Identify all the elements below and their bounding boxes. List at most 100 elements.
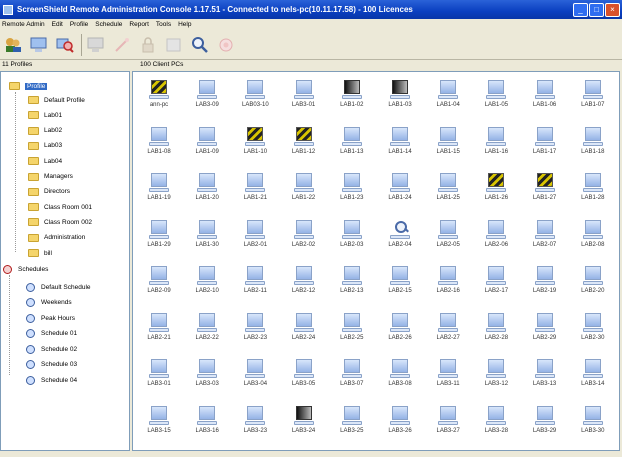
client-pc-item[interactable]: LAB3-23 — [231, 405, 279, 446]
client-pc-item[interactable]: LAB2-03 — [328, 219, 376, 260]
client-pc-item[interactable]: LAB3-24 — [280, 405, 328, 446]
client-pc-item[interactable]: LAB3-29 — [521, 405, 569, 446]
tree-item-schedule[interactable]: Schedule 01 — [26, 328, 77, 340]
client-pc-item[interactable]: LAB1-21 — [231, 173, 279, 213]
client-pc-item[interactable]: LAB3-01 — [135, 359, 183, 399]
client-pc-item[interactable]: LAB2-15 — [376, 266, 424, 306]
client-pc-item[interactable]: LAB1-06 — [521, 80, 569, 120]
tree-root-schedules[interactable]: Schedules — [3, 263, 48, 275]
client-pc-item[interactable]: LAB1-29 — [135, 219, 183, 260]
client-pc-item[interactable]: LAB3-14 — [569, 359, 617, 399]
search-computer-icon[interactable] — [55, 35, 75, 55]
client-pc-item[interactable]: LAB1-09 — [183, 126, 231, 167]
client-pc-item[interactable]: LAB03-10 — [231, 80, 279, 120]
maximize-button[interactable]: □ — [589, 2, 604, 17]
menu-help[interactable]: Help — [178, 21, 191, 28]
tree-item-profile[interactable]: Managers — [28, 171, 73, 183]
client-pc-item[interactable]: LAB2-17 — [472, 266, 520, 306]
client-pc-item[interactable]: LAB2-24 — [280, 312, 328, 353]
client-pc-item[interactable]: LAB1-13 — [328, 126, 376, 167]
client-pc-item[interactable]: LAB1-04 — [424, 80, 472, 120]
client-pc-item[interactable]: LAB3-04 — [231, 359, 279, 399]
client-pc-item[interactable]: LAB3-05 — [280, 359, 328, 399]
client-pc-item[interactable]: LAB1-07 — [569, 80, 617, 120]
client-pc-item[interactable]: LAB2-09 — [135, 266, 183, 306]
client-pc-item[interactable]: LAB2-16 — [424, 266, 472, 306]
client-pc-item[interactable]: ann-pc — [135, 80, 183, 120]
client-pc-item[interactable]: LAB1-19 — [135, 173, 183, 213]
menu-remote-admin[interactable]: Remote Admin — [2, 21, 45, 28]
tree-root-profiles[interactable]: Profile — [9, 80, 48, 92]
client-pc-item[interactable]: LAB2-07 — [521, 219, 569, 260]
tree-item-schedule[interactable]: Peak Hours — [26, 312, 75, 324]
client-pc-item[interactable]: LAB2-11 — [231, 266, 279, 306]
minimize-button[interactable]: _ — [573, 2, 588, 17]
client-pc-item[interactable]: LAB3-16 — [183, 405, 231, 446]
client-pc-item[interactable]: LAB2-04 — [376, 220, 424, 260]
client-pc-item[interactable]: LAB1-23 — [328, 173, 376, 213]
client-pc-item[interactable]: LAB2-19 — [521, 266, 569, 306]
client-pc-grid[interactable]: ann-pc LAB3-09 LAB03-10 LAB3-01 LAB1-02 LAB1-… — [132, 71, 620, 451]
tree-item-schedule[interactable]: Default Schedule — [26, 281, 91, 293]
client-pc-item[interactable]: LAB2-01 — [231, 219, 279, 260]
menu-edit[interactable]: Edit — [52, 21, 63, 28]
tree-item-profile[interactable]: Class Room 001 — [28, 201, 92, 213]
tree-item-schedule[interactable]: Schedule 02 — [26, 343, 77, 355]
client-pc-item[interactable]: LAB3-03 — [183, 359, 231, 399]
tree-item-profile[interactable]: Lab01 — [28, 109, 62, 121]
client-pc-item[interactable]: LAB3-11 — [424, 359, 472, 399]
monitor-icon[interactable] — [29, 35, 49, 55]
client-pc-item[interactable]: LAB1-16 — [472, 126, 520, 167]
menu-tools[interactable]: Tools — [156, 21, 171, 28]
client-pc-item[interactable]: LAB1-15 — [424, 126, 472, 167]
tree-item-profile[interactable]: Lab02 — [28, 125, 62, 137]
client-pc-item[interactable]: LAB2-08 — [569, 219, 617, 260]
client-pc-item[interactable]: LAB2-12 — [280, 266, 328, 306]
client-pc-item[interactable]: LAB2-10 — [183, 266, 231, 306]
client-pc-item[interactable]: LAB2-28 — [472, 312, 520, 353]
tree-item-schedule[interactable]: Schedule 03 — [26, 359, 77, 371]
client-pc-item[interactable]: LAB1-03 — [376, 80, 424, 120]
client-pc-item[interactable]: LAB3-28 — [472, 405, 520, 446]
client-pc-item[interactable]: LAB3-13 — [521, 359, 569, 399]
client-pc-item[interactable]: LAB1-05 — [472, 80, 520, 120]
tree-item-profile[interactable]: Lab04 — [28, 155, 62, 167]
magnifier-icon[interactable] — [190, 35, 210, 55]
client-pc-item[interactable]: LAB3-15 — [135, 405, 183, 446]
menu-schedule[interactable]: Schedule — [95, 21, 122, 28]
client-pc-item[interactable]: LAB1-08 — [135, 126, 183, 167]
client-pc-item[interactable]: LAB1-22 — [280, 173, 328, 213]
client-pc-item[interactable]: LAB1-27 — [521, 173, 569, 213]
client-pc-item[interactable]: LAB2-23 — [231, 312, 279, 353]
client-pc-item[interactable]: LAB1-28 — [569, 173, 617, 213]
client-pc-item[interactable]: LAB1-25 — [424, 173, 472, 213]
client-pc-item[interactable]: LAB1-26 — [472, 173, 520, 213]
client-pc-item[interactable]: LAB3-01 — [280, 80, 328, 120]
tree-item-profile[interactable]: Administration — [28, 232, 85, 244]
client-pc-item[interactable]: LAB1-14 — [376, 126, 424, 167]
tree-item-profile[interactable]: Lab03 — [28, 140, 62, 152]
tree-item-profile[interactable]: Directors — [28, 186, 70, 198]
client-pc-item[interactable]: LAB3-12 — [472, 359, 520, 399]
client-pc-item[interactable]: LAB3-26 — [376, 405, 424, 446]
close-button[interactable]: × — [605, 2, 620, 17]
client-pc-item[interactable]: LAB2-06 — [472, 219, 520, 260]
client-pc-item[interactable]: LAB2-30 — [569, 312, 617, 353]
client-pc-item[interactable]: LAB2-26 — [376, 312, 424, 353]
client-pc-item[interactable]: LAB2-25 — [328, 312, 376, 353]
client-pc-item[interactable]: LAB3-25 — [328, 405, 376, 446]
client-pc-item[interactable]: LAB1-17 — [521, 126, 569, 167]
client-pc-item[interactable]: LAB2-21 — [135, 312, 183, 353]
client-pc-item[interactable]: LAB3-07 — [328, 359, 376, 399]
client-pc-item[interactable]: LAB3-27 — [424, 405, 472, 446]
profile-tree[interactable]: Profile Default Profile Lab01 Lab02 Lab03 Lab… — [0, 71, 130, 451]
client-pc-item[interactable]: LAB2-13 — [328, 266, 376, 306]
tree-item-schedule[interactable]: Schedule 04 — [26, 374, 77, 386]
client-pc-item[interactable]: LAB1-12 — [280, 126, 328, 167]
client-pc-item[interactable]: LAB1-10 — [231, 126, 279, 167]
client-pc-item[interactable]: LAB1-20 — [183, 173, 231, 213]
client-pc-item[interactable]: LAB2-27 — [424, 312, 472, 353]
client-pc-item[interactable]: LAB3-30 — [569, 405, 617, 446]
menu-profile[interactable]: Profile — [70, 21, 88, 28]
client-pc-item[interactable]: LAB1-02 — [328, 80, 376, 120]
